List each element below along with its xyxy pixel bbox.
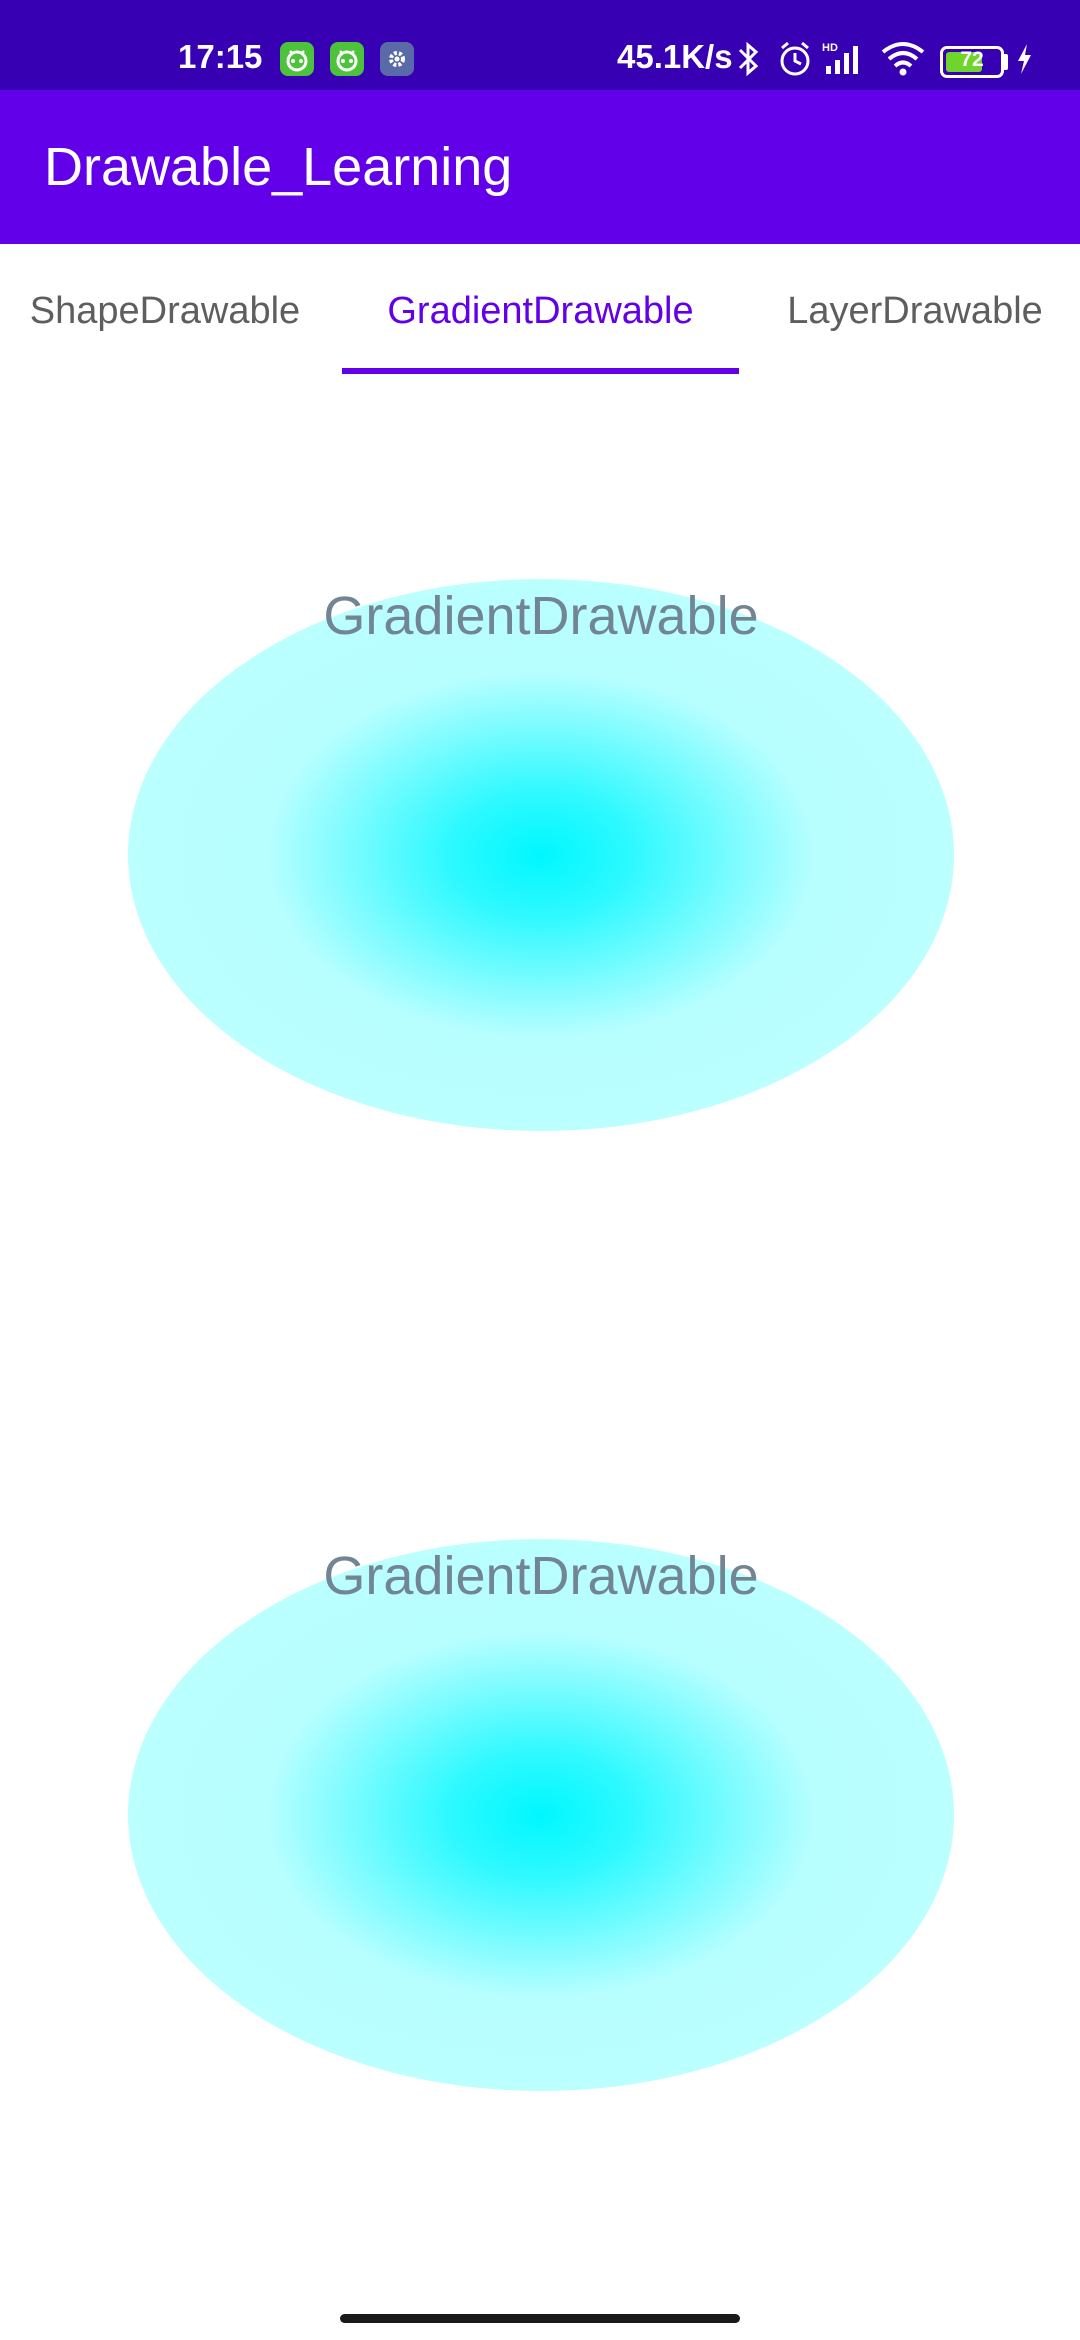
android-notification-icon	[280, 42, 314, 76]
drawable-label: GradientDrawable	[323, 586, 759, 646]
network-speed: 45.1K/s	[617, 38, 733, 75]
alarm-icon	[780, 41, 810, 76]
tab-label: ShapeDrawable	[29, 290, 301, 332]
tab-label: GradientDrawable	[387, 290, 694, 332]
gradient-drawable-view: GradientDrawable	[128, 1539, 954, 2091]
tab-label: LayerDrawable	[787, 290, 1043, 332]
charging-icon	[1018, 44, 1031, 74]
wifi-icon	[881, 42, 925, 76]
android-notification-icon	[330, 42, 364, 76]
gradient-oval	[128, 579, 954, 1131]
drawable-label: GradientDrawable	[323, 1546, 759, 1606]
hd-signal-icon: HD	[822, 42, 858, 74]
gradient-oval	[128, 1539, 954, 2091]
home-indicator[interactable]	[340, 2314, 740, 2323]
status-bar: 17:15 45.1K/s HD 72	[0, 0, 1080, 90]
status-time: 17:15	[178, 38, 263, 75]
tab-bar: ShapeDrawable GradientDrawable LayerDraw…	[0, 244, 1080, 376]
tab-gradient-drawable[interactable]: GradientDrawable	[342, 244, 739, 376]
app-bar: Drawable_Learning	[0, 90, 1080, 244]
app-title: Drawable_Learning	[44, 137, 513, 197]
bluetooth-icon	[738, 41, 759, 77]
battery-level: 72	[960, 48, 984, 71]
settings-notification-icon	[380, 42, 414, 76]
tab-shape-drawable[interactable]: ShapeDrawable	[0, 244, 330, 376]
gradient-drawable-view: GradientDrawable	[128, 579, 954, 1131]
tab-layer-drawable[interactable]: LayerDrawable	[750, 244, 1080, 376]
svg-text:HD: HD	[822, 42, 838, 54]
battery-icon: 72	[940, 46, 1004, 78]
tab-indicator	[342, 368, 739, 374]
battery-tip	[1004, 54, 1008, 70]
